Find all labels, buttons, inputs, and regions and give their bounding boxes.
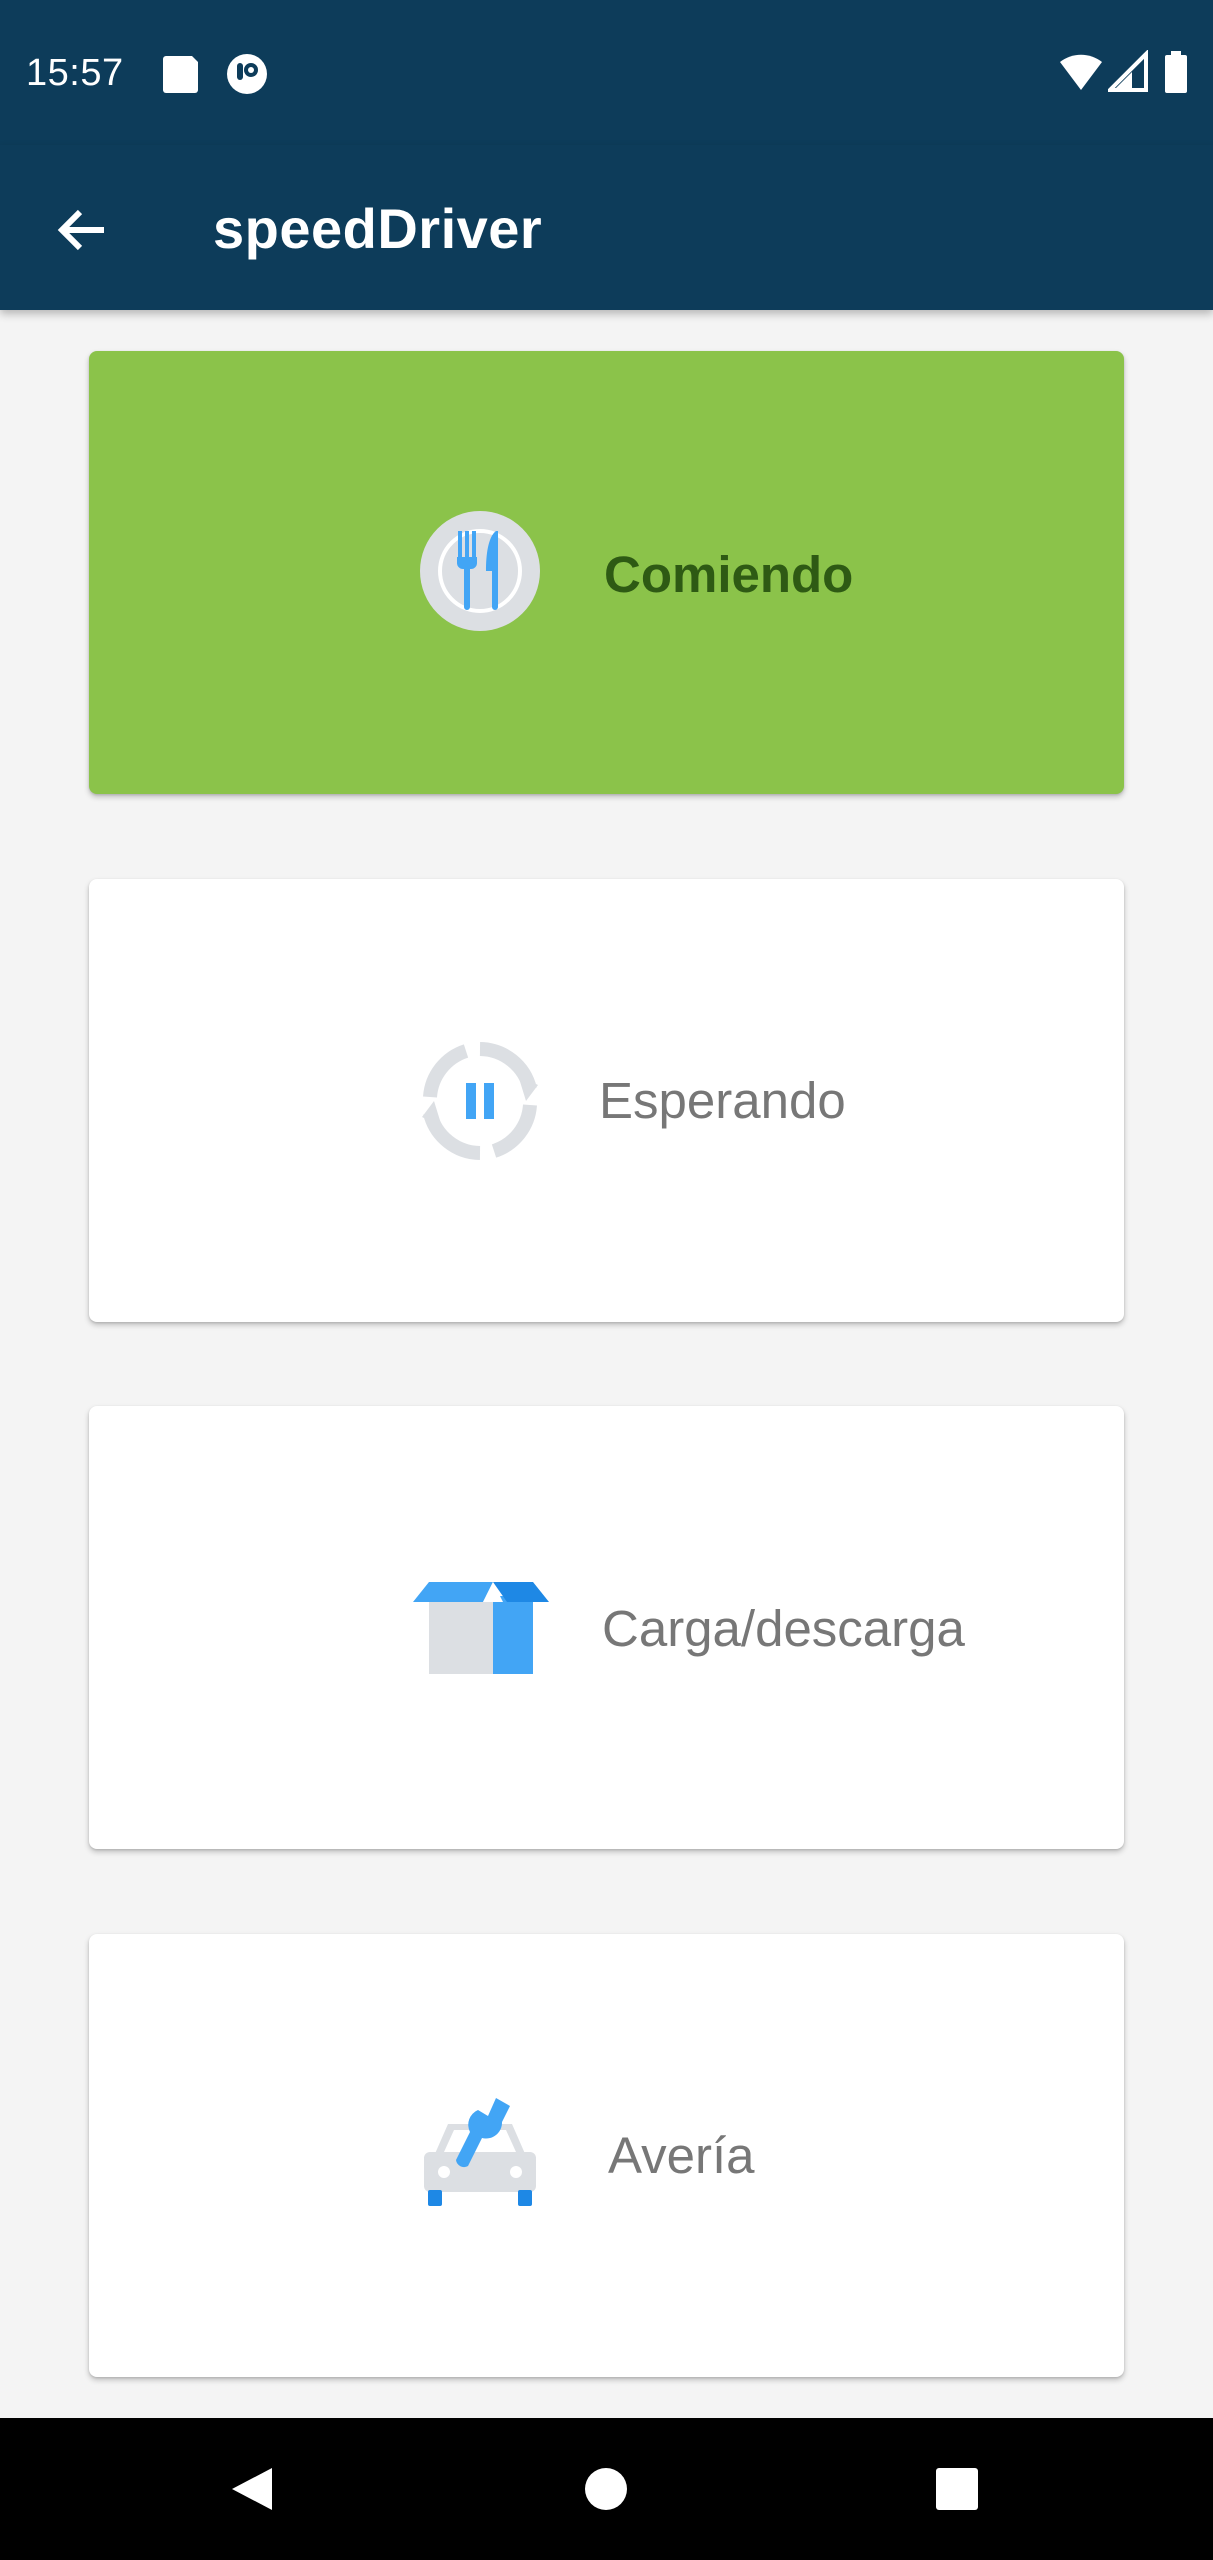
notification-app-icon (227, 54, 267, 94)
nav-recents-button[interactable] (912, 2444, 1002, 2534)
pause-refresh-icon (418, 1039, 542, 1163)
status-card-label: Carga/descarga (602, 1600, 965, 1657)
car-wrench-icon (418, 2094, 542, 2218)
status-bar: 15:57 (0, 0, 1213, 145)
app-title: speedDriver (213, 197, 543, 260)
recents-square-icon (936, 2468, 978, 2510)
arrow-back-icon (57, 209, 104, 251)
cutlery-plate-icon (418, 509, 542, 633)
status-card-esperando[interactable]: Esperando (89, 879, 1124, 1322)
back-button[interactable] (40, 188, 124, 272)
battery-icon (1165, 51, 1187, 93)
status-card-averia[interactable]: Avería (89, 1934, 1124, 2377)
app-bar: speedDriver (0, 145, 1213, 310)
status-card-comiendo[interactable]: Comiendo (89, 351, 1124, 794)
back-triangle-icon (232, 2468, 272, 2510)
signal-icon (1108, 50, 1148, 92)
nav-back-button[interactable] (208, 2444, 298, 2534)
nav-home-button[interactable] (561, 2444, 651, 2534)
status-time: 15:57 (26, 52, 124, 94)
status-card-label: Avería (608, 2127, 755, 2184)
status-options-list: Comiendo Esperando Carga/descarga Avería (0, 310, 1213, 2418)
wifi-icon (1060, 54, 1102, 90)
screen: 15:57 speedDriver Comiendo Esperando Car… (0, 0, 1213, 2560)
system-nav-bar (0, 2418, 1213, 2560)
home-circle-icon (585, 2468, 627, 2510)
status-card-carga-descarga[interactable]: Carga/descarga (89, 1406, 1124, 1849)
box-icon (411, 1566, 551, 1690)
sd-card-icon (163, 56, 198, 93)
status-card-label: Esperando (599, 1072, 846, 1129)
status-card-label: Comiendo (604, 546, 854, 603)
